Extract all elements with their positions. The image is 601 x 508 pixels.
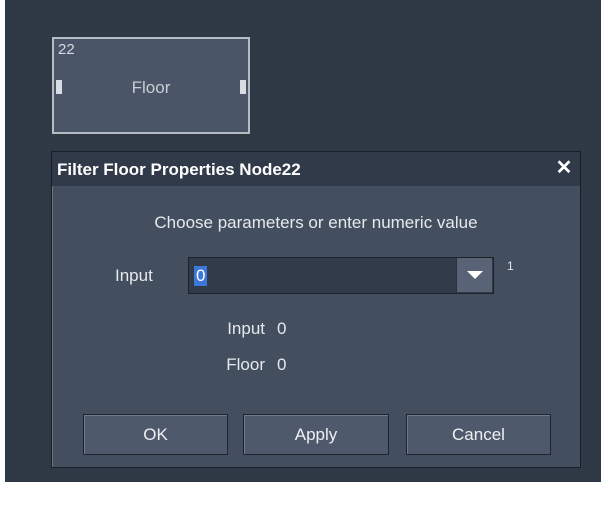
floor-node[interactable]: 22 Floor [52, 37, 250, 134]
input-value[interactable]: 0 [194, 266, 208, 286]
input-label: Input [115, 266, 153, 285]
input-combobox[interactable]: 0 [188, 257, 494, 294]
node-label: Floor [131, 78, 171, 97]
readout-value: 0 [277, 319, 287, 338]
output-port[interactable] [240, 80, 246, 94]
dialog-titlebar[interactable]: Filter Floor Properties Node22 ✕ [52, 152, 580, 186]
dialog-prompt: Choose parameters or enter numeric value [154, 213, 478, 232]
node-canvas[interactable]: 22 Floor Filter Floor Properties Node22 … [5, 0, 601, 482]
node-id: 22 [58, 41, 75, 58]
readout-floor: Floor 0 [217, 355, 286, 375]
properties-dialog: Filter Floor Properties Node22 ✕ Choose … [51, 151, 581, 468]
readout-label: Input [227, 319, 265, 338]
readout-input: Input 0 [217, 319, 286, 339]
ok-button[interactable]: OK [83, 414, 228, 455]
dropdown-button[interactable] [456, 258, 492, 292]
readout-value: 0 [277, 355, 287, 374]
close-icon[interactable]: ✕ [554, 157, 574, 179]
input-index: 1 [507, 259, 514, 273]
chevron-down-icon [467, 271, 483, 279]
readout-label: Floor [226, 355, 265, 374]
apply-button[interactable]: Apply [243, 414, 389, 455]
dialog-title: Filter Floor Properties Node22 [57, 160, 301, 179]
cancel-button[interactable]: Cancel [406, 414, 551, 455]
